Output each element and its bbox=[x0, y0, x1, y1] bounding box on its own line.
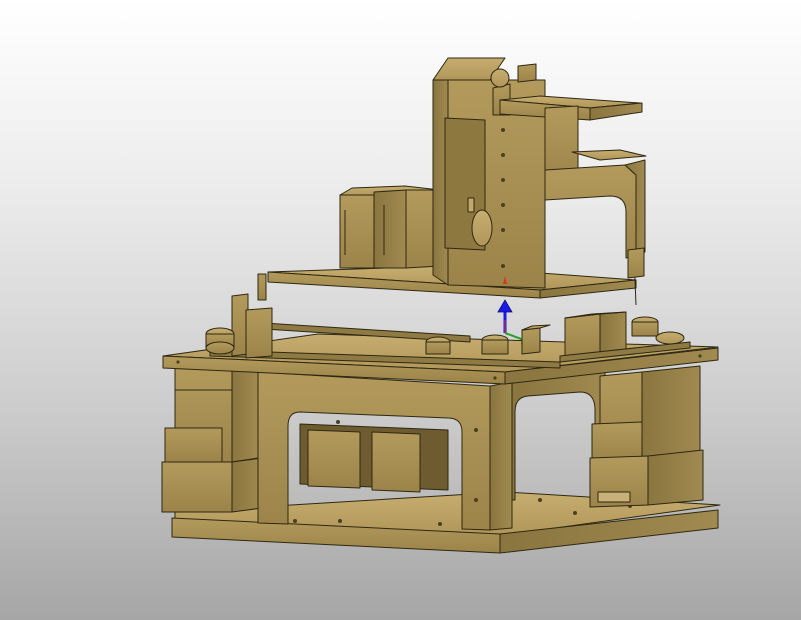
right-base-stepper-motor[interactable] bbox=[589, 365, 704, 508]
left-base-stepper-motor[interactable] bbox=[161, 363, 263, 513]
z-axis-column[interactable] bbox=[432, 57, 546, 289]
cad-viewport[interactable] bbox=[0, 0, 801, 620]
carriage-stepper-motor[interactable] bbox=[339, 185, 441, 269]
cnc-machine-model[interactable] bbox=[0, 0, 801, 620]
